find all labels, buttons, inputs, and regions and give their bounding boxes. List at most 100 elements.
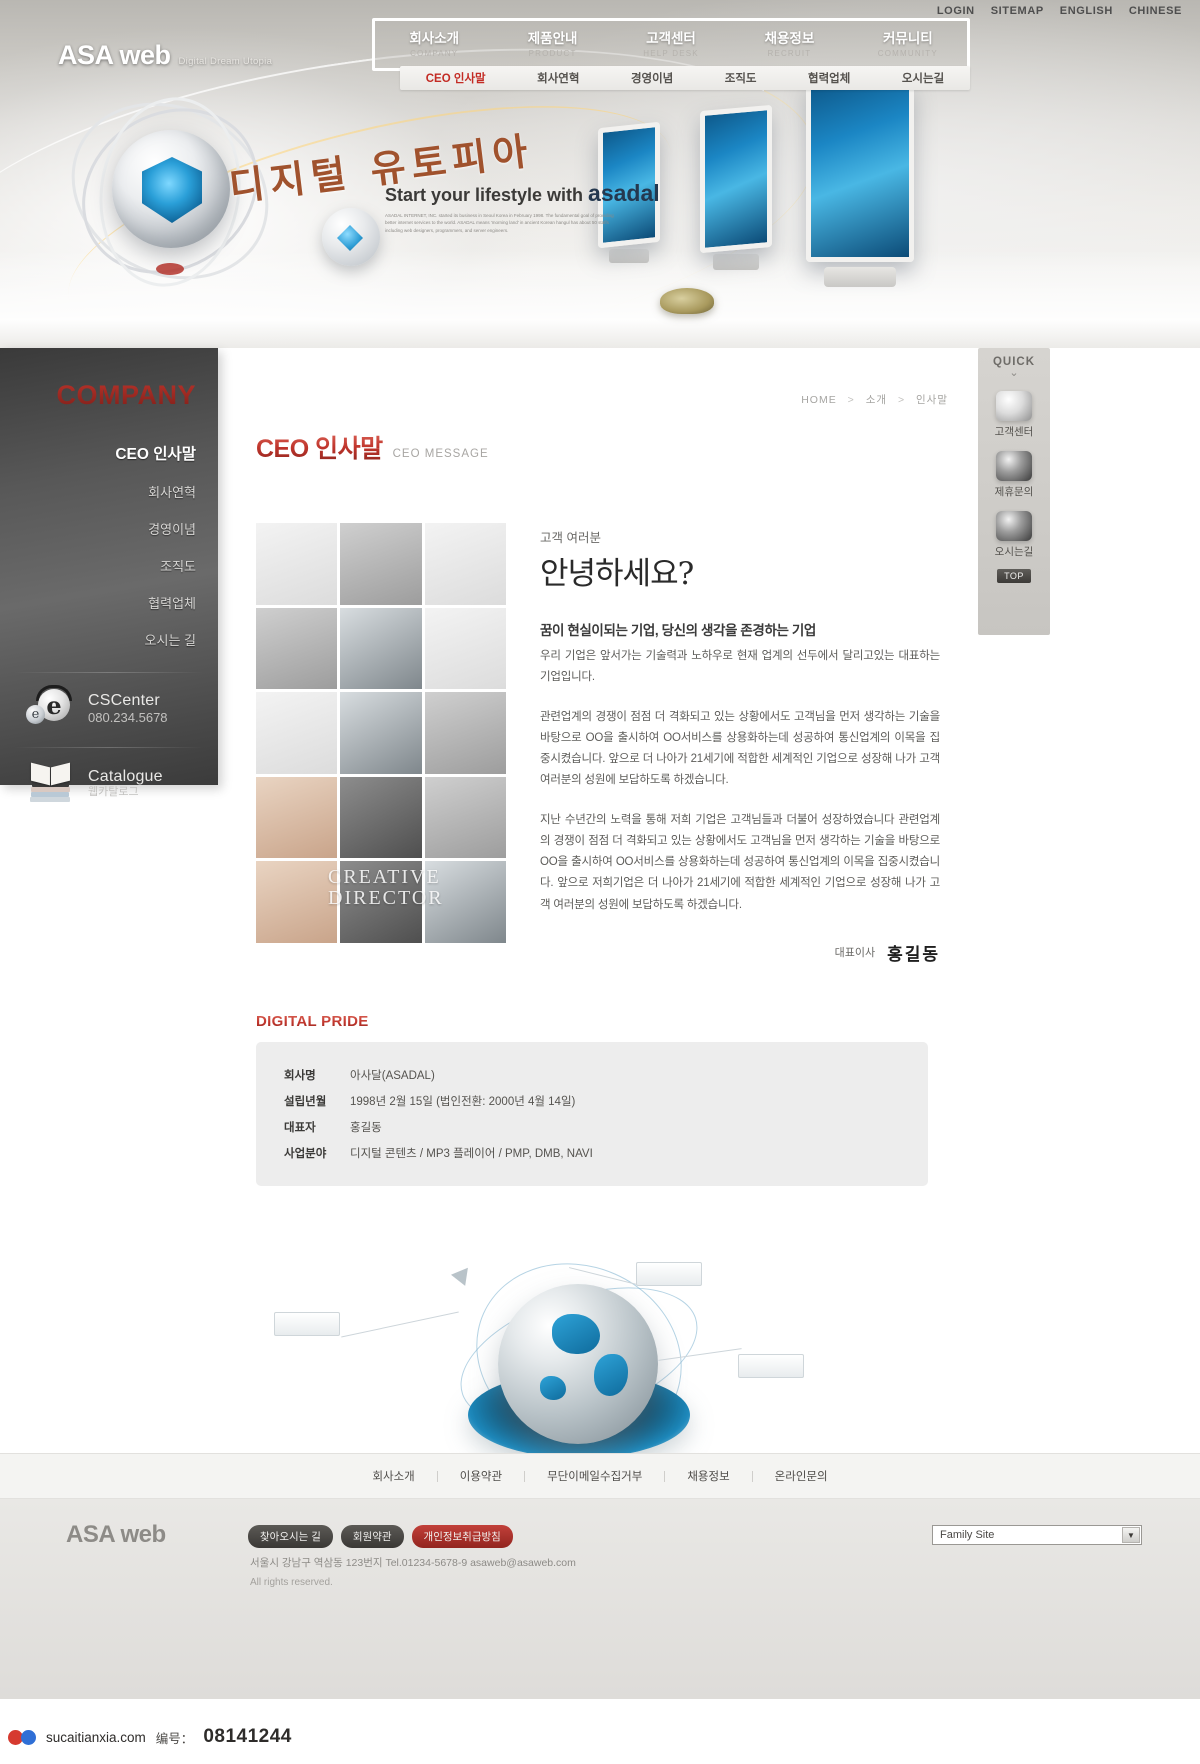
ceo-text-column: 고객 여러분 안녕하세요? 꿈이 현실이되는 기업, 당신의 생각을 존경하는 …: [540, 523, 940, 965]
ceo-message-block: CREATIVE DIRECTOR 고객 여러분 안녕하세요? 꿈이 현실이되는…: [218, 465, 978, 965]
sidebar-catalogue-banner[interactable]: Catalogue 웹카탈로그: [0, 748, 218, 808]
breadcrumb-level1[interactable]: 소개: [866, 394, 887, 406]
quick-label: 제휴문의: [994, 486, 1034, 498]
watermark-bar: sucaitianxia.com 编号： 08141244: [0, 1710, 1200, 1764]
breadcrumb-separator-2: >: [897, 394, 906, 406]
books-icon: [26, 762, 76, 804]
left-sidebar: COMPANY CEO 인사말 회사연혁 경영이념 조직도 협력업체 오시는 길…: [0, 348, 218, 802]
sidebar-menu: CEO 인사말 회사연혁 경영이념 조직도 협력업체 오시는 길: [0, 433, 218, 658]
nav-item-helpdesk[interactable]: 고객센터 HELP DESK: [612, 31, 730, 58]
globe-icon: [996, 511, 1032, 541]
nav-item-company[interactable]: 회사소개 COMPANY: [375, 31, 493, 58]
footer-button-privacy-policy[interactable]: 개인정보취급방침: [411, 1525, 513, 1548]
footer-link-company[interactable]: 회사소개: [350, 1468, 436, 1484]
quick-item-partnership[interactable]: 제휴문의: [978, 451, 1050, 499]
info-key: 회사명: [284, 1069, 316, 1082]
subnav-item-philosophy[interactable]: 경영이념: [631, 70, 673, 86]
footer-navigation: 회사소개 이용약관 무단이메일수집거부 채용정보 온라인문의: [0, 1453, 1200, 1499]
plane-icon: [450, 1262, 476, 1286]
quick-item-cscenter[interactable]: 고객센터: [978, 391, 1050, 439]
quick-label: 고객센터: [994, 426, 1034, 438]
breadcrumb-home[interactable]: HOME: [801, 394, 837, 406]
utility-link-chinese[interactable]: CHINESE: [1129, 5, 1182, 17]
digital-pride-title: DIGITAL PRIDE: [256, 1013, 978, 1030]
kiosk-display-3: [806, 82, 914, 287]
footer-link-terms[interactable]: 이용약관: [438, 1468, 524, 1484]
nav-label-kr: 고객센터: [646, 31, 696, 47]
site-logo[interactable]: ASA web Digital Dream Utopia: [58, 40, 272, 71]
nav-label-en: HELP DESK: [643, 48, 699, 58]
sidebar-item-partners[interactable]: 협력업체: [0, 584, 218, 621]
footer-logo: ASA web: [66, 1521, 166, 1548]
callout-box-1: [274, 1311, 340, 1336]
company-info-table: 회사명 아사달(ASADAL) 설립년월 1998년 2월 15일 (법인전환:…: [256, 1041, 928, 1186]
hero-banner: 디지털 유토피아 Start your lifestyle with asada…: [0, 0, 1200, 348]
greeting-small: 고객 여러분: [540, 531, 601, 545]
page-title: CEO 인사말 CEO MESSAGE: [218, 407, 978, 465]
info-row: 설립년월 1998년 2월 15일 (법인전환: 2000년 4월 14일): [284, 1088, 900, 1114]
logo-text: ASA web: [58, 40, 171, 70]
sidebar-item-directions[interactable]: 오시는 길: [0, 621, 218, 658]
main-navigation: 회사소개 COMPANY 제품안내 PRODUCT 고객센터 HELP DESK…: [372, 18, 970, 71]
snail-graphic: [660, 288, 714, 314]
sidebar-item-organization[interactable]: 조직도: [0, 547, 218, 584]
sidebar-item-history[interactable]: 회사연혁: [0, 473, 218, 510]
sidebar-cscenter-banner[interactable]: ee CSCenter 080.234.5678: [0, 673, 218, 733]
footer-copyright: All rights reserved.: [250, 1577, 333, 1588]
scroll-to-top-button[interactable]: TOP: [997, 569, 1031, 583]
subnav-item-history[interactable]: 회사연혁: [537, 70, 579, 86]
subnav-item-directions[interactable]: 오시는길: [902, 70, 944, 86]
chevron-down-icon[interactable]: ⌄: [978, 366, 1050, 379]
kiosk-display-2: [700, 104, 772, 270]
nav-label-kr: 회사소개: [409, 31, 460, 47]
utility-link-login[interactable]: LOGIN: [937, 5, 975, 17]
info-key: 설립년월: [284, 1095, 327, 1108]
ceo-paragraph-2: 관련업계의 경쟁이 점점 더 격화되고 있는 상황에서도 고객님을 먼저 생각하…: [540, 710, 940, 787]
cscenter-title: CSCenter: [88, 691, 160, 709]
site-footer: ASA web 찾아오시는 길 회원약관 개인정보취급방침 서울시 강남구 역삼…: [0, 1499, 1200, 1699]
family-site-label: Family Site: [940, 1529, 995, 1541]
sidebar-item-ceo-message[interactable]: CEO 인사말: [0, 433, 218, 473]
tagline-body: ASADAL INTERNET, INC. started its busine…: [385, 213, 614, 233]
catalogue-title: Catalogue: [88, 767, 163, 785]
utility-link-english[interactable]: ENGLISH: [1060, 5, 1113, 17]
chevron-down-icon: ▼: [1122, 1527, 1140, 1543]
footer-button-directions[interactable]: 찾아오시는 길: [248, 1525, 333, 1548]
sidebar-item-philosophy[interactable]: 경영이념: [0, 510, 218, 547]
headset-e-icon: ee: [26, 685, 76, 729]
footer-link-email-refusal[interactable]: 무단이메일수집거부: [525, 1468, 664, 1484]
family-site-select[interactable]: Family Site ▼: [932, 1525, 1142, 1545]
ceo-paragraph-1: 우리 기업은 앞서가는 기술력과 노하우로 현재 업계의 선두에서 달리고있는 …: [540, 650, 940, 684]
nav-label-kr: 제품안내: [527, 31, 578, 47]
footer-button-member-terms[interactable]: 회원약관: [340, 1525, 404, 1548]
subnav-item-ceo-message[interactable]: CEO 인사말: [426, 70, 486, 86]
info-value: 1998년 2월 15일 (법인전환: 2000년 4월 14일): [350, 1095, 576, 1108]
watermark-number: 08141244: [203, 1726, 292, 1747]
ceo-lead-statement: 꿈이 현실이되는 기업, 당신의 생각을 존경하는 기업: [540, 623, 816, 638]
quick-label: 오시는길: [994, 546, 1034, 558]
cscenter-phone: 080.234.5678: [88, 709, 168, 725]
info-value: 홍길동: [350, 1121, 382, 1134]
nav-item-product[interactable]: 제품안내 PRODUCT: [493, 31, 611, 58]
nav-item-community[interactable]: 커뮤니티 COMMUNITY: [849, 31, 967, 58]
footer-buttons: 찾아오시는 길 회원약관 개인정보취급방침: [248, 1525, 513, 1548]
info-value: 아사달(ASADAL): [350, 1069, 435, 1082]
footer-link-inquiry[interactable]: 온라인문의: [753, 1468, 850, 1484]
nav-label-en: COMPANY: [410, 48, 459, 58]
signature-role: 대표이사: [834, 947, 876, 960]
nav-item-recruit[interactable]: 채용정보 RECRUIT: [730, 31, 848, 58]
sidebar-title: COMPANY: [0, 348, 218, 411]
watermark-logo: [8, 1729, 36, 1745]
signature-name: 홍길동: [887, 944, 940, 965]
watermark-label: 编号：: [155, 1731, 194, 1746]
info-row: 사업분야 디지털 콘텐츠 / MP3 플레이어 / PMP, DMB, NAVI: [284, 1140, 900, 1166]
utility-link-sitemap[interactable]: SITEMAP: [991, 5, 1044, 17]
catalogue-subtitle: 웹카탈로그: [88, 786, 139, 798]
subnav-item-partners[interactable]: 협력업체: [808, 70, 850, 86]
footer-link-recruit[interactable]: 채용정보: [665, 1468, 751, 1484]
quick-item-directions[interactable]: 오시는길: [978, 511, 1050, 559]
nav-label-en: RECRUIT: [767, 48, 812, 58]
ceo-signature: 대표이사 홍길동: [540, 940, 940, 965]
subnav-item-organization[interactable]: 조직도: [725, 70, 757, 86]
greeting-headline: 안녕하세요?: [540, 556, 694, 592]
